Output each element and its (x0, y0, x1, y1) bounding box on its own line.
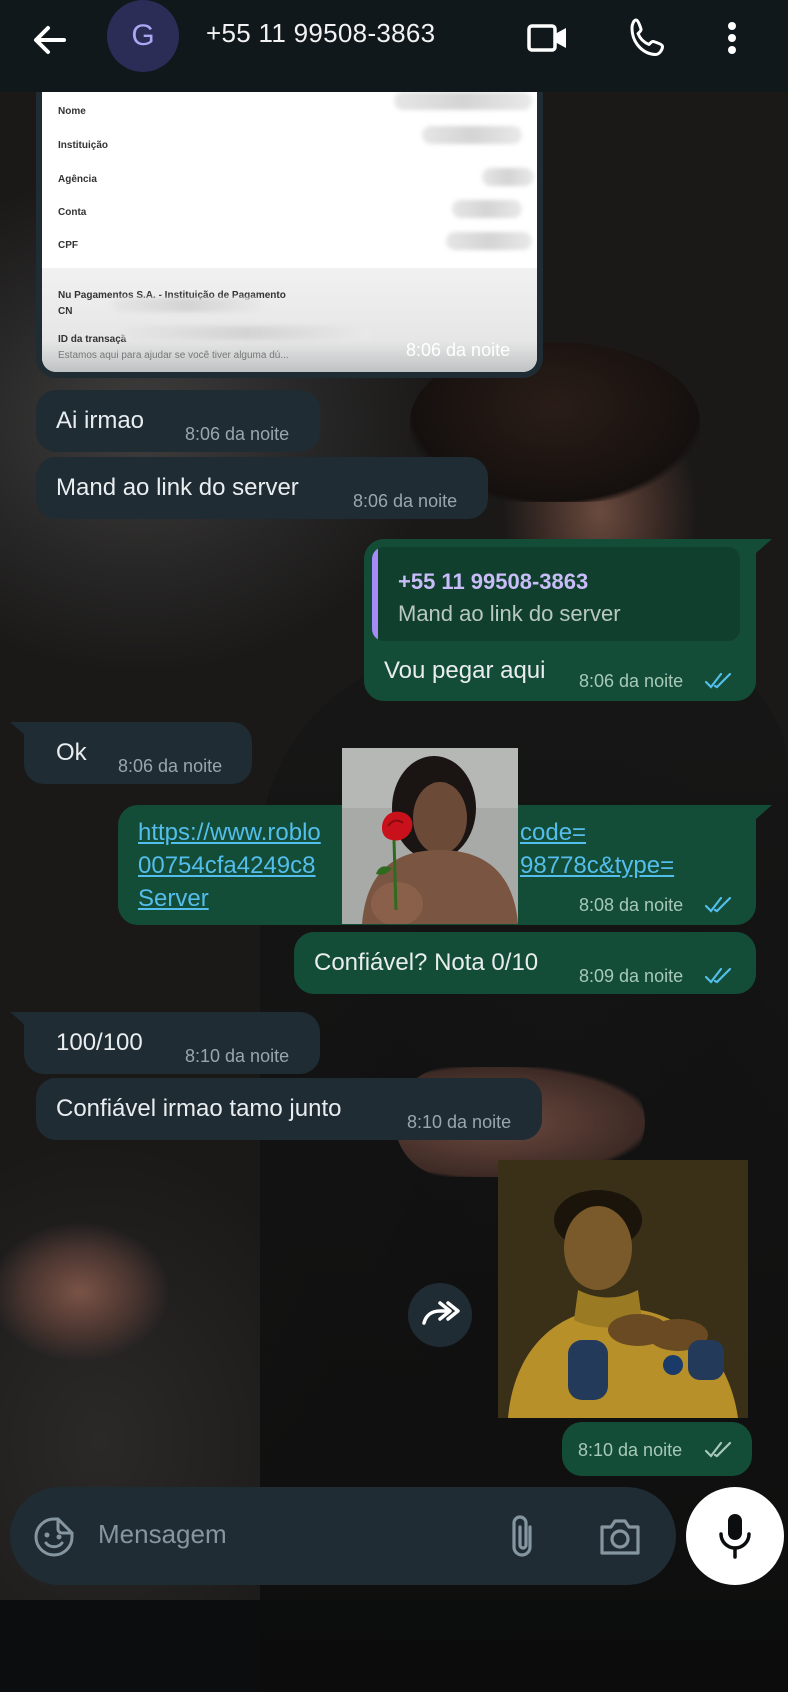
redacted-value (122, 326, 372, 340)
microphone-icon (719, 1514, 751, 1559)
quoted-message[interactable]: +55 11 99508-3863 Mand ao link do server (372, 547, 740, 641)
message-time: 8:06 da noite (579, 671, 684, 691)
server-link[interactable]: 98778c&type= (520, 852, 674, 880)
avatar-letter: G (131, 19, 155, 52)
message-time: 8:10 da noite (578, 1440, 683, 1460)
receipt-field-label: Instituição (58, 140, 109, 151)
forwarded-photo[interactable] (498, 1160, 748, 1418)
message-text: Mand ao link do server (56, 474, 299, 501)
server-link[interactable]: Server (138, 885, 209, 913)
incoming-message[interactable]: Confiável irmao tamo junto 8:10 da noite (36, 1078, 542, 1140)
quoted-text: Mand ao link do server (398, 601, 621, 626)
receipt-field-label: CPF (58, 240, 78, 251)
more-options-icon[interactable] (722, 14, 742, 62)
message-time: 8:10 da noite (185, 1046, 290, 1066)
incoming-message[interactable]: Mand ao link do server 8:06 da noite (36, 457, 488, 519)
redacted-value (446, 232, 532, 250)
message-text: Ok (56, 739, 87, 766)
receipt-image[interactable]: Nome Instituição Agência Conta CPF Nu Pa… (42, 88, 537, 372)
contact-name[interactable]: +55 11 99508-3863 (206, 18, 435, 49)
redacted-value (482, 168, 534, 186)
read-ticks-icon (704, 967, 732, 984)
receipt-field-label: Conta (58, 207, 87, 218)
rose-photo-drawing (342, 748, 518, 924)
message-time: 8:09 da noite (579, 966, 684, 986)
receipt-footer-cnpj: CN (58, 306, 73, 317)
message-text: Confiável irmao tamo junto (56, 1095, 342, 1122)
video-call-icon[interactable] (524, 14, 572, 62)
forward-icon (422, 1301, 460, 1325)
redacted-value (452, 200, 522, 218)
message-time: 8:06 da noite (185, 424, 290, 444)
player-photo-drawing (498, 1160, 748, 1418)
receipt-footer-help: Estamos aqui para ajudar se você tiver a… (58, 350, 289, 361)
receipt-field-label: Agência (58, 174, 97, 185)
bubble-tail (756, 539, 772, 553)
read-ticks-icon (704, 672, 732, 689)
redacted-value (422, 126, 522, 144)
message-text: Vou pegar aqui (384, 657, 546, 684)
bubble-tail (756, 805, 772, 819)
message-text: Confiável? Nota 0/10 (314, 949, 539, 976)
receipt-image-message[interactable]: Nome Instituição Agência Conta CPF Nu Pa… (36, 88, 543, 378)
outgoing-message-reply[interactable]: +55 11 99508-3863 Mand ao link do server… (364, 539, 772, 701)
incoming-message[interactable]: Ai irmao 8:06 da noite (36, 390, 320, 452)
message-text: 100/100 (56, 1029, 143, 1056)
camera-icon[interactable] (598, 1515, 642, 1557)
message-time: 8:06 da noite (118, 756, 223, 776)
voice-call-icon[interactable] (624, 14, 672, 62)
message-composer[interactable]: Mensagem (10, 1487, 676, 1585)
outgoing-message[interactable]: Confiável? Nota 0/10 8:09 da noite (294, 932, 756, 994)
attach-paperclip-icon[interactable] (506, 1513, 538, 1559)
back-arrow-icon[interactable] (28, 18, 72, 62)
bubble-tail (10, 1012, 26, 1026)
overlay-photo-man-with-rose (342, 748, 518, 924)
receipt-field-label: Nome (58, 106, 86, 117)
receipt-footer-id: ID da transaçã (58, 334, 127, 345)
redacted-value (394, 92, 532, 110)
message-input[interactable]: Mensagem (98, 1519, 227, 1550)
contact-avatar[interactable]: G (107, 0, 179, 72)
incoming-message[interactable]: 100/100 8:10 da noite (10, 1012, 320, 1074)
read-ticks-icon (704, 896, 732, 913)
incoming-message[interactable]: Ok 8:06 da noite (10, 722, 252, 784)
voice-record-button[interactable] (686, 1487, 784, 1585)
message-text: Ai irmao (56, 407, 145, 434)
outgoing-message-image-caption[interactable]: 8:10 da noite (562, 1422, 752, 1476)
server-link[interactable]: https://www.roblo (138, 819, 321, 847)
server-link[interactable]: code= (520, 819, 586, 847)
bubble-tail (10, 722, 26, 736)
quoted-author: +55 11 99508-3863 (398, 569, 589, 594)
forward-button[interactable] (408, 1283, 472, 1347)
chat-header: G +55 11 99508-3863 (0, 0, 788, 92)
message-time: 8:06 da noite (406, 340, 511, 360)
message-time: 8:10 da noite (407, 1112, 512, 1132)
quote-bar (372, 547, 378, 641)
sticker-emoji-icon[interactable] (32, 1515, 76, 1559)
delivered-ticks-icon (704, 1441, 732, 1458)
redacted-value (112, 298, 262, 312)
message-time: 8:08 da noite (579, 895, 684, 915)
server-link[interactable]: 00754cfa4249c8 (138, 852, 316, 880)
message-time: 8:06 da noite (353, 491, 458, 511)
